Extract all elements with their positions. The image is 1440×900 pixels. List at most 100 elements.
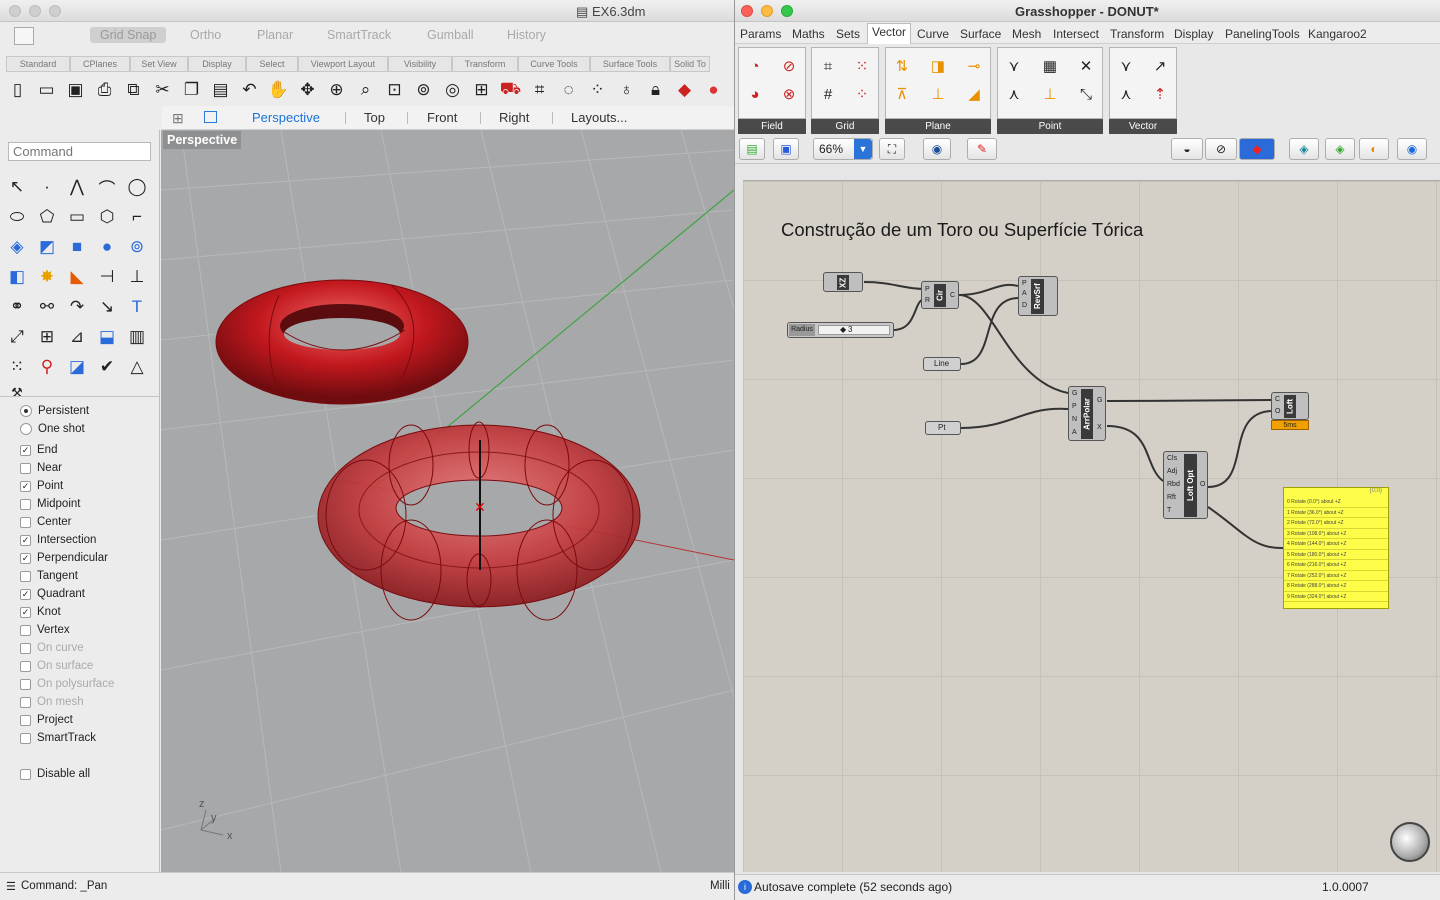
checkbox-box[interactable]: ✓ bbox=[20, 534, 31, 546]
preview-eye-icon[interactable]: ◉ bbox=[923, 138, 951, 160]
units-status[interactable]: Milli bbox=[710, 880, 730, 892]
chevron-down-icon[interactable]: ▼ bbox=[854, 139, 872, 159]
render-icon[interactable]: ◪ bbox=[64, 354, 90, 380]
hatch-icon[interactable]: ▥ bbox=[124, 324, 150, 350]
freeform-icon[interactable]: ⬡ bbox=[94, 204, 120, 230]
box-icon[interactable]: ■ bbox=[64, 234, 90, 260]
osnap-checkbox-on-surface[interactable]: On surface bbox=[20, 660, 93, 672]
populate-2d-icon[interactable]: ⁙ bbox=[849, 53, 875, 79]
ortho-toggle[interactable]: Ortho bbox=[190, 28, 221, 42]
tab-vector[interactable]: Vector bbox=[867, 23, 912, 44]
tab-layouts[interactable]: Layouts... bbox=[571, 110, 627, 125]
vector-2pt-icon[interactable]: ↗ bbox=[1147, 53, 1173, 79]
more-tools-icon[interactable]: ⚒ bbox=[4, 380, 30, 406]
lock-icon[interactable]: 🔒︎ bbox=[642, 76, 669, 103]
tab-sets[interactable]: Sets bbox=[836, 27, 860, 41]
smarttrack-toggle[interactable]: SmartTrack bbox=[327, 28, 391, 42]
array-icon[interactable]: ⊞ bbox=[34, 324, 60, 350]
numbers-to-points-icon[interactable]: ▦ bbox=[1037, 53, 1063, 79]
slider-handle[interactable]: ◆ bbox=[840, 325, 846, 334]
torus-top[interactable] bbox=[215, 279, 469, 405]
plane-rotate-icon[interactable]: ◢ bbox=[961, 81, 987, 107]
deconstruct-vector-icon[interactable]: ⋎ bbox=[1113, 53, 1139, 79]
polygon-icon[interactable]: ⬠ bbox=[34, 204, 60, 230]
check-icon[interactable]: ✔ bbox=[94, 354, 120, 380]
checkbox-box[interactable] bbox=[20, 624, 31, 636]
osnap-checkbox-knot[interactable]: ✓ Knot bbox=[20, 606, 61, 618]
new-file-icon[interactable]: ▯ bbox=[4, 76, 31, 103]
close-window-button[interactable] bbox=[741, 5, 753, 17]
deconstruct-point-icon[interactable]: ⋎ bbox=[1001, 53, 1027, 79]
tab-perspective[interactable]: Perspective bbox=[252, 110, 320, 125]
plane-offset-icon[interactable]: ⊸ bbox=[961, 53, 987, 79]
grid-snap-toggle[interactable]: Grid Snap bbox=[90, 27, 167, 43]
osnap-checkbox-midpoint[interactable]: Midpoint bbox=[20, 498, 80, 510]
construct-point-icon[interactable]: ⋏ bbox=[1001, 81, 1027, 107]
select-object-icon[interactable]: ◌ bbox=[555, 76, 582, 103]
osnap-checkbox-tangent[interactable]: Tangent bbox=[20, 570, 78, 582]
tab-surface[interactable]: Surface bbox=[960, 27, 1001, 41]
tab-transform[interactable]: Transform bbox=[1110, 27, 1164, 41]
curve-icon[interactable]: ⌒ bbox=[94, 174, 120, 200]
xy-plane-icon[interactable]: ⊼ bbox=[889, 81, 915, 107]
osnap-checkbox-on-curve[interactable]: On curve bbox=[20, 642, 84, 654]
mesh-icon[interactable]: ◧ bbox=[4, 264, 30, 290]
tab-curve-tools[interactable]: Curve Tools bbox=[518, 56, 590, 72]
group-icon[interactable]: ⚭ bbox=[4, 294, 30, 320]
minimize-window-button[interactable] bbox=[29, 5, 41, 17]
print-icon[interactable]: ⎙ bbox=[91, 76, 118, 103]
plane-origin-icon[interactable]: ◨ bbox=[925, 53, 951, 79]
block-icon[interactable]: ⬓ bbox=[94, 324, 120, 350]
output-panel[interactable]: {0;0} 0 Rotate (0.0°) about +Z 1 Rotate (… bbox=[1283, 487, 1389, 609]
field-point-charge-icon[interactable]: ◕ bbox=[742, 81, 768, 107]
pan-hand-icon[interactable]: ✋ bbox=[265, 76, 292, 103]
planar-toggle[interactable]: Planar bbox=[257, 28, 293, 42]
tab-display[interactable]: Display bbox=[1174, 27, 1213, 41]
checkbox-box[interactable]: ✓ bbox=[20, 552, 31, 564]
rectangle-icon[interactable]: ▭ bbox=[64, 204, 90, 230]
sketch-pen-icon[interactable]: ✎ bbox=[967, 138, 997, 160]
text-icon[interactable]: T bbox=[124, 294, 150, 320]
osnap-checkbox-point[interactable]: ✓ Point bbox=[20, 480, 63, 492]
shaded-preview-icon[interactable]: ◆ bbox=[1239, 138, 1275, 160]
document-preview-icon[interactable]: ◉ bbox=[1397, 138, 1427, 160]
zoom-window-icon[interactable]: ⌕ bbox=[352, 76, 379, 103]
navigation-compass-icon[interactable] bbox=[1390, 822, 1430, 862]
osnap-checkbox-quadrant[interactable]: ✓ Quadrant bbox=[20, 588, 85, 600]
tab-kangaroo2[interactable]: Kangaroo2 bbox=[1308, 27, 1367, 41]
zoom-extents-icon[interactable]: ⊡ bbox=[381, 76, 408, 103]
perspective-viewport[interactable]: ✕ Perspective z y x bbox=[161, 130, 734, 872]
circle-node[interactable]: PR Cir C bbox=[921, 281, 959, 309]
light-bulb-icon[interactable]: ♁ bbox=[613, 76, 640, 103]
osnap-checkbox-end[interactable]: ✓ End bbox=[20, 444, 57, 456]
tab-solid-tools[interactable]: Solid To bbox=[670, 56, 710, 72]
command-history-icon[interactable]: ☰ bbox=[6, 880, 16, 893]
zoom-window-button[interactable] bbox=[49, 5, 61, 17]
osnap-checkbox-on-polysurface[interactable]: On polysurface bbox=[20, 678, 114, 690]
polyline-icon[interactable]: ⋀ bbox=[64, 174, 90, 200]
closest-point-icon[interactable]: ✕ bbox=[1073, 53, 1099, 79]
sidebar-toggle-icon[interactable] bbox=[14, 27, 34, 45]
zoom-select[interactable]: 66% ▼ bbox=[813, 138, 873, 160]
tab-mesh[interactable]: Mesh bbox=[1012, 27, 1041, 41]
arrpolar-node[interactable]: GPNA ArrPolar GX bbox=[1068, 386, 1106, 441]
move-icon[interactable]: ⤢ bbox=[4, 324, 30, 350]
drafting-icon[interactable]: △ bbox=[124, 354, 150, 380]
field-merge-icon[interactable]: ⊗ bbox=[776, 81, 802, 107]
checkbox-box[interactable]: ✓ bbox=[20, 588, 31, 600]
grid-array-icon[interactable]: ⁙ bbox=[4, 354, 30, 380]
zoom-icon[interactable]: ⊕ bbox=[323, 76, 350, 103]
history-toggle[interactable]: History bbox=[507, 28, 546, 42]
zoom-window-button[interactable] bbox=[781, 5, 793, 17]
tab-panelingtools[interactable]: PanelingTools bbox=[1225, 27, 1300, 41]
copy-icon[interactable]: ❐ bbox=[178, 76, 205, 103]
field-line-charge-icon[interactable]: ◔ bbox=[742, 53, 768, 79]
point-polar-icon[interactable]: ⤡ bbox=[1073, 81, 1099, 107]
boolean-icon[interactable]: ◣ bbox=[64, 264, 90, 290]
gh-canvas[interactable]: Construção de um Toro ou Superfície Tóri… bbox=[743, 180, 1440, 872]
plane-align-icon[interactable]: ⊥ bbox=[925, 81, 951, 107]
osnap-checkbox-vertex[interactable]: Vertex bbox=[20, 624, 70, 636]
checkbox-box[interactable] bbox=[20, 516, 31, 528]
tab-top[interactable]: Top bbox=[364, 110, 385, 125]
analyze-icon[interactable]: ⚲ bbox=[34, 354, 60, 380]
